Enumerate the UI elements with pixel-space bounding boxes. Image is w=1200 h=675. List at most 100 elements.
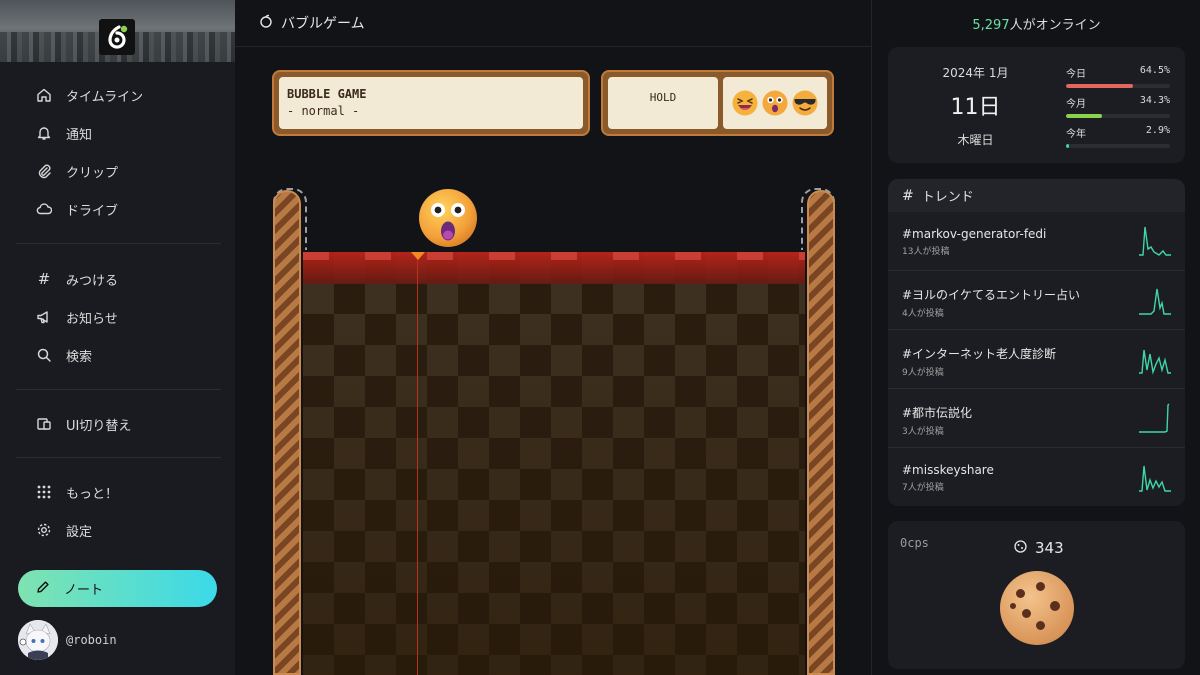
progress-label: 今年 bbox=[1066, 129, 1086, 140]
cookie-small-icon bbox=[1014, 540, 1027, 556]
bubble-game-icon bbox=[259, 14, 273, 32]
nav-group-ui: UI切り替え bbox=[16, 405, 221, 443]
progress-fill bbox=[1066, 144, 1070, 148]
nav-item-announcements[interactable]: お知らせ bbox=[16, 298, 221, 336]
laughing-face-icon bbox=[732, 90, 758, 116]
nav-item-timeline[interactable]: タイムライン bbox=[16, 76, 221, 114]
sidebar: タイムライン 通知 クリップ ドライブ # みつける お知らせ 検索 UI切り替… bbox=[0, 0, 235, 675]
logo-icon bbox=[108, 25, 128, 49]
nav-item-explore[interactable]: # みつける bbox=[16, 260, 221, 298]
drop-position-marker bbox=[411, 252, 425, 260]
page-header: バブルゲーム bbox=[235, 0, 871, 47]
hold-slot[interactable]: HOLD bbox=[608, 77, 718, 129]
gear-icon bbox=[34, 520, 54, 540]
nav-item-clips[interactable]: クリップ bbox=[16, 152, 221, 190]
progress-value: 34.3% bbox=[1139, 95, 1170, 106]
trend-sparkline bbox=[1139, 226, 1171, 256]
drop-guide-line bbox=[417, 252, 418, 675]
nav-divider bbox=[16, 243, 221, 244]
progress-fill bbox=[1066, 84, 1134, 88]
trend-item[interactable]: #misskeyshare 7人が投稿 bbox=[888, 448, 1185, 506]
paperclip-icon bbox=[34, 161, 54, 181]
nav-item-settings[interactable]: 設定 bbox=[16, 511, 221, 549]
game-board[interactable] bbox=[273, 188, 835, 675]
compose-note-label: ノート bbox=[64, 583, 104, 598]
nav-item-label: 検索 bbox=[66, 349, 93, 365]
trend-header: # トレンド bbox=[888, 179, 1185, 212]
progress-year: 今年 2.9% bbox=[1066, 125, 1170, 148]
cookie-chip bbox=[1050, 601, 1060, 611]
online-users: 5,297人がオンライン bbox=[873, 14, 1200, 33]
right-widgets: 5,297人がオンライン 2024年 1月 11日 木曜日 今日 64.5% 今月… bbox=[873, 0, 1200, 675]
play-field[interactable] bbox=[303, 252, 805, 675]
nav-item-label: 設定 bbox=[66, 524, 93, 540]
bell-icon bbox=[34, 123, 54, 143]
nav-item-label: UI切り替え bbox=[66, 418, 132, 434]
nav-item-label: タイムライン bbox=[66, 89, 144, 105]
calendar-widget: 2024年 1月 11日 木曜日 今日 64.5% 今月 34.3% 今年 2.9% bbox=[888, 47, 1185, 163]
nav-item-more[interactable]: もっと！ bbox=[16, 473, 221, 511]
user-handle: @roboin bbox=[66, 633, 117, 647]
game-title: BUBBLE GAME bbox=[287, 87, 367, 101]
cookie-count-value: 343 bbox=[1035, 539, 1064, 557]
trend-title: トレンド bbox=[921, 190, 974, 205]
progress-fill bbox=[1066, 114, 1102, 118]
cookie-chip bbox=[1010, 603, 1016, 609]
progress-label: 今月 bbox=[1066, 99, 1086, 110]
cookie-icon[interactable] bbox=[1000, 571, 1074, 645]
search-icon bbox=[34, 345, 54, 365]
cookie-chip bbox=[1036, 621, 1045, 630]
nav-item-drive[interactable]: ドライブ bbox=[16, 190, 221, 228]
grid-dots-icon bbox=[34, 482, 54, 502]
progress-month: 今月 34.3% bbox=[1066, 95, 1170, 118]
trend-sparkline bbox=[1139, 288, 1171, 315]
nav-group-main: タイムライン 通知 クリップ ドライブ bbox=[16, 76, 221, 228]
nav-item-notifications[interactable]: 通知 bbox=[16, 114, 221, 152]
progress-bar bbox=[1066, 144, 1170, 148]
pencil-icon bbox=[36, 580, 50, 598]
instance-banner bbox=[0, 0, 235, 62]
board-wall-right bbox=[807, 190, 835, 675]
online-count: 5,297 bbox=[972, 18, 1010, 33]
main-column: バブルゲーム BUBBLE GAME - normal - HOLD bbox=[235, 0, 872, 675]
trend-item[interactable]: #ヨルのイケてるエントリー占い 4人が投稿 bbox=[888, 271, 1185, 330]
cloud-icon bbox=[34, 199, 54, 219]
field-shading bbox=[303, 252, 805, 675]
nav-item-label: みつける bbox=[66, 273, 119, 289]
progress-bar bbox=[1066, 84, 1170, 88]
cookie-chip bbox=[1036, 582, 1045, 591]
current-bubble-icon[interactable] bbox=[418, 188, 478, 248]
calendar-year-month: 2024年 1月 bbox=[942, 66, 1009, 80]
progress-label: 今日 bbox=[1066, 69, 1086, 80]
home-icon bbox=[34, 85, 54, 105]
calendar-weekday: 木曜日 bbox=[957, 133, 994, 147]
trend-item[interactable]: #インターネット老人度診断 9人が投稿 bbox=[888, 330, 1185, 389]
hash-icon: # bbox=[902, 187, 914, 204]
progress-value: 2.9% bbox=[1145, 125, 1170, 136]
nav-group-explore: # みつける お知らせ 検索 bbox=[16, 260, 221, 374]
nav-item-label: ドライブ bbox=[66, 203, 119, 219]
account-menu[interactable]: @roboin bbox=[18, 620, 117, 660]
app-root: タイムライン 通知 クリップ ドライブ # みつける お知らせ 検索 UI切り替… bbox=[0, 0, 1200, 675]
ui-switch-icon bbox=[34, 414, 54, 434]
online-suffix: 人がオンライン bbox=[1009, 18, 1101, 33]
progress-value: 64.5% bbox=[1139, 65, 1170, 76]
cookie-count: 343 bbox=[1014, 539, 1064, 557]
trend-item[interactable]: #都市伝説化 3人が投稿 bbox=[888, 389, 1185, 448]
cookie-chip bbox=[1016, 589, 1025, 598]
instance-logo[interactable] bbox=[99, 19, 135, 55]
calendar-day: 11日 bbox=[950, 95, 1001, 120]
compose-note-button[interactable]: ノート bbox=[18, 570, 217, 607]
board-wall-left bbox=[273, 190, 301, 675]
next-queue bbox=[723, 77, 827, 129]
trend-sparkline bbox=[1139, 465, 1171, 492]
nav-item-label: クリップ bbox=[66, 165, 119, 181]
trend-widget: # トレンド #markov-generator-fedi 13人が投稿 #ヨル… bbox=[888, 179, 1185, 506]
avatar bbox=[18, 620, 58, 660]
nav-group-more: もっと！ 設定 bbox=[16, 473, 221, 549]
cookie-chip bbox=[1022, 609, 1031, 618]
trend-item[interactable]: #markov-generator-fedi 13人が投稿 bbox=[888, 212, 1185, 271]
nav-item-search[interactable]: 検索 bbox=[16, 336, 221, 374]
game-mode: - normal - bbox=[287, 104, 360, 118]
nav-item-ui-switch[interactable]: UI切り替え bbox=[16, 405, 221, 443]
